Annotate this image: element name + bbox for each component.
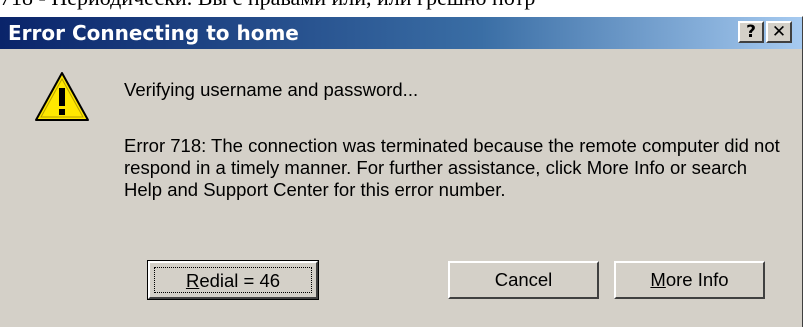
title-bar[interactable]: Error Connecting to home ? ✕	[0, 17, 802, 49]
cancel-button[interactable]: Cancel	[448, 261, 599, 299]
background-document-text: 718 - Периодически. Вы с правами или, ил…	[0, 0, 803, 10]
focus-rectangle: Redial = 46	[154, 267, 312, 293]
redial-button[interactable]: Redial = 46	[147, 260, 319, 300]
status-message: Verifying username and password...	[124, 79, 419, 100]
more-info-button[interactable]: More Info	[614, 261, 765, 299]
redial-label: edial = 46	[199, 270, 281, 291]
more-info-mnemonic: M	[650, 269, 666, 290]
redial-mnemonic: R	[185, 270, 200, 291]
more-info-label: ore Info	[665, 269, 729, 290]
close-button[interactable]: ✕	[766, 21, 792, 43]
help-button[interactable]: ?	[738, 21, 764, 43]
error-message: Error 718: The connection was terminated…	[124, 135, 780, 200]
dialog-title: Error Connecting to home	[8, 21, 299, 45]
error-dialog: Error Connecting to home ? ✕ Verifying u…	[0, 16, 803, 327]
warning-icon	[35, 72, 89, 121]
